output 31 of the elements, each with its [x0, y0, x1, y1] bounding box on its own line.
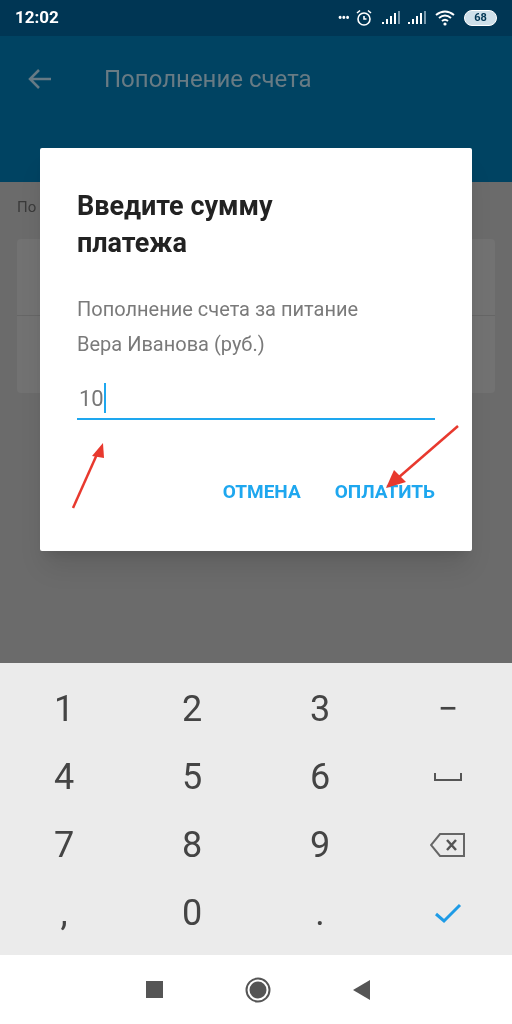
check-icon [434, 902, 462, 924]
signal-icon [407, 11, 427, 25]
keyboard-key[interactable]: , [0, 879, 128, 947]
signal-icon [381, 11, 401, 25]
more-notifications: ••• [337, 8, 349, 28]
keyboard-key[interactable]: 2 [128, 675, 256, 743]
keyboard-key[interactable]: 5 [128, 743, 256, 811]
keyboard-key[interactable]: 1 [0, 675, 128, 743]
keyboard-key[interactable]: − [384, 675, 512, 743]
keyboard-key[interactable]: 8 [128, 811, 256, 879]
backspace-icon [430, 832, 466, 858]
keyboard-key[interactable]: 3 [256, 675, 384, 743]
back-icon[interactable] [353, 979, 370, 1000]
dialog-title: Введите сумму платежа [77, 189, 274, 261]
back-arrow-icon[interactable] [28, 68, 52, 90]
keyboard-key[interactable]: 4 [0, 743, 128, 811]
screen-title: Пополнение счета [104, 64, 312, 95]
keyboard-key[interactable]: 6 [256, 743, 384, 811]
amount-field[interactable]: 10 [77, 378, 435, 420]
keyboard-key[interactable]: 9 [256, 811, 384, 879]
status-time: 12:02 [15, 6, 59, 30]
space-icon [434, 772, 462, 782]
home-icon[interactable] [245, 976, 271, 1003]
keyboard-key[interactable]: . [256, 879, 384, 947]
dialog-message: Пополнение счета за питание Вера Иванова (руб.) [77, 296, 360, 358]
keyboard-key[interactable]: 7 [0, 811, 128, 879]
battery-level: 68 [464, 10, 497, 26]
wifi-icon [435, 10, 455, 26]
alarm-icon [355, 9, 373, 27]
annotation-arrow [70, 442, 106, 510]
keyboard-key[interactable]: 0 [128, 879, 256, 947]
